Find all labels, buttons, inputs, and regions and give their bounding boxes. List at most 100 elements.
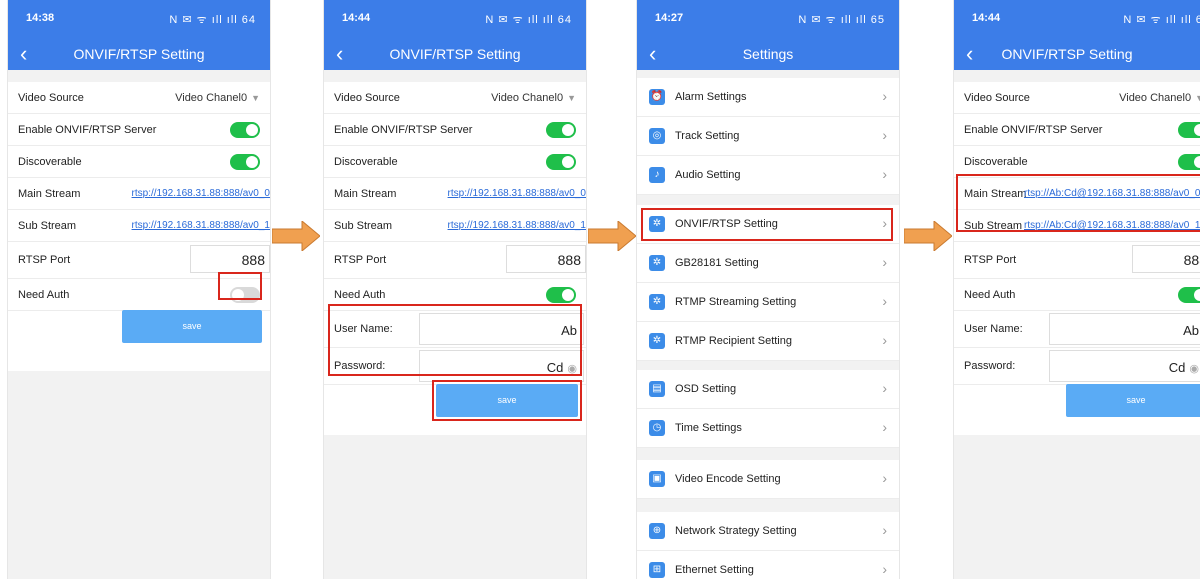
- need-auth-toggle[interactable]: [1178, 287, 1200, 303]
- video-source-row[interactable]: Video Source Video Chanel0 ▼: [954, 82, 1200, 114]
- rtsp-port-input[interactable]: 888: [506, 245, 586, 273]
- highlight-box-onvif: [641, 208, 893, 241]
- enable-server-toggle[interactable]: [230, 122, 260, 138]
- settings-menu: ⏰ Alarm Settings › ◎ Track Setting › ♪ Audio …: [637, 70, 899, 579]
- chevron-right-icon: ›: [882, 522, 887, 538]
- menu-section-1: ⏰ Alarm Settings › ◎ Track Setting › ♪ Audio …: [637, 78, 899, 195]
- menu-item-label: Alarm Settings: [675, 91, 747, 103]
- main-stream-row: Main Stream rtsp://192.168.31.88:888/av0…: [324, 178, 586, 210]
- discoverable-toggle[interactable]: [230, 154, 260, 170]
- settings-content: Video Source Video Chanel0 ▼ Enable ONVIF…: [8, 70, 270, 579]
- main-stream-link[interactable]: rtsp://192.168.31.88:888/av0_0: [448, 188, 586, 199]
- chevron-right-icon: ›: [882, 254, 887, 270]
- status-time: 14:38: [26, 12, 55, 24]
- menu-item-rtmp-recipient[interactable]: ✲ RTMP Recipient Setting ›: [637, 322, 899, 361]
- discoverable-toggle[interactable]: [1178, 154, 1200, 170]
- app-bar: ‹ ONVIF/RTSP Setting: [8, 40, 270, 70]
- sub-stream-row: Sub Stream rtsp://192.168.31.88:888/av0_…: [8, 210, 270, 242]
- rtsp-port-input[interactable]: 888: [1132, 245, 1200, 273]
- need-auth-row: Need Auth: [954, 279, 1200, 311]
- menu-item-video-encode[interactable]: ▣ Video Encode Setting ›: [637, 460, 899, 499]
- menu-item-osd[interactable]: ▤ OSD Setting ›: [637, 370, 899, 409]
- enable-server-toggle[interactable]: [1178, 122, 1200, 138]
- track-icon: ◎: [649, 128, 665, 144]
- menu-item-rtmp-streaming[interactable]: ✲ RTMP Streaming Setting ›: [637, 283, 899, 322]
- sub-stream-link[interactable]: rtsp://192.168.31.88:888/av0_1: [448, 220, 586, 231]
- menu-item-label: Video Encode Setting: [675, 473, 781, 485]
- chevron-right-icon: ›: [882, 561, 887, 577]
- menu-section-3: ▤ OSD Setting › ◷ Time Settings ›: [637, 370, 899, 448]
- eye-icon[interactable]: ◉: [1189, 363, 1199, 375]
- user-name-input[interactable]: Ab: [1049, 313, 1200, 345]
- main-stream-label: Main Stream: [334, 188, 397, 200]
- menu-item-label: Network Strategy Setting: [675, 525, 797, 537]
- enable-server-label: Enable ONVIF/RTSP Server: [964, 124, 1103, 136]
- arrow-right-icon: [272, 221, 320, 251]
- main-stream-link[interactable]: rtsp://192.168.31.88:888/av0_0: [132, 188, 270, 199]
- menu-item-label: Ethernet Setting: [675, 564, 754, 576]
- need-auth-label: Need Auth: [964, 289, 1016, 301]
- password-input[interactable]: Cd ◉: [1049, 350, 1200, 382]
- chevron-right-icon: ›: [882, 88, 887, 104]
- page-title: ONVIF/RTSP Setting: [1001, 46, 1133, 62]
- phone-screen-2: 14:44 N ✉ ᯤ ıll ıll 64 ‹ ONVIF/RTSP Sett…: [324, 0, 586, 579]
- video-encode-icon: ▣: [649, 471, 665, 487]
- discoverable-toggle[interactable]: [546, 154, 576, 170]
- app-bar: ‹ ONVIF/RTSP Setting: [954, 40, 1200, 70]
- sub-stream-label: Sub Stream: [334, 220, 393, 232]
- video-source-label: Video Source: [18, 92, 84, 104]
- video-source-select[interactable]: Video Chanel0 ▼: [491, 92, 576, 104]
- chevron-right-icon: ›: [882, 470, 887, 486]
- chevron-right-icon: ›: [882, 293, 887, 309]
- settings-card: Video Source Video Chanel0 ▼ Enable ONVIF…: [954, 82, 1200, 435]
- menu-item-time[interactable]: ◷ Time Settings ›: [637, 409, 899, 448]
- menu-item-track[interactable]: ◎ Track Setting ›: [637, 117, 899, 156]
- discoverable-label: Discoverable: [334, 156, 398, 168]
- menu-item-label: Track Setting: [675, 130, 740, 142]
- menu-item-alarm[interactable]: ⏰ Alarm Settings ›: [637, 78, 899, 117]
- menu-item-gb28181[interactable]: ✲ GB28181 Setting ›: [637, 244, 899, 283]
- menu-item-network-strategy[interactable]: ⊕ Network Strategy Setting ›: [637, 512, 899, 551]
- rtsp-port-input[interactable]: 888: [190, 245, 270, 273]
- need-auth-toggle[interactable]: [546, 287, 576, 303]
- video-source-select[interactable]: Video Chanel0 ▼: [1119, 92, 1200, 104]
- page-title: ONVIF/RTSP Setting: [73, 46, 205, 62]
- osd-icon: ▤: [649, 381, 665, 397]
- save-button[interactable]: save: [122, 310, 262, 343]
- video-source-row[interactable]: Video Source Video Chanel0 ▼: [8, 82, 270, 114]
- user-name-label: User Name:: [964, 323, 1023, 335]
- status-bar: 14:38 N ✉ ᯤ ıll ıll 64: [8, 0, 270, 40]
- app-bar: ‹ ONVIF/RTSP Setting: [324, 40, 586, 70]
- rtsp-port-label: RTSP Port: [18, 254, 71, 266]
- video-source-row[interactable]: Video Source Video Chanel0 ▼: [324, 82, 586, 114]
- rtsp-port-label: RTSP Port: [964, 254, 1017, 266]
- sub-stream-link[interactable]: rtsp://192.168.31.88:888/av0_1: [132, 220, 270, 231]
- menu-item-audio[interactable]: ♪ Audio Setting ›: [637, 156, 899, 195]
- video-source-value: Video Chanel0: [1119, 92, 1192, 104]
- status-time: 14:44: [972, 12, 1001, 24]
- settings-content: Video Source Video Chanel0 ▼ Enable ONVIF…: [324, 70, 586, 579]
- ethernet-icon: ⊞: [649, 562, 665, 578]
- rtsp-port-row: RTSP Port 888: [954, 242, 1200, 279]
- clock-icon: ◷: [649, 420, 665, 436]
- status-time: 14:44: [342, 12, 371, 24]
- chevron-right-icon: ›: [882, 166, 887, 182]
- video-source-value: Video Chanel0: [175, 92, 248, 104]
- video-source-select[interactable]: Video Chanel0 ▼: [175, 92, 260, 104]
- menu-item-ethernet[interactable]: ⊞ Ethernet Setting ›: [637, 551, 899, 579]
- main-stream-row: Main Stream rtsp://192.168.31.88:888/av0…: [8, 178, 270, 210]
- menu-item-label: Audio Setting: [675, 169, 741, 181]
- highlight-box-save: [432, 380, 582, 421]
- enable-server-toggle[interactable]: [546, 122, 576, 138]
- menu-section-5: ⊕ Network Strategy Setting › ⊞ Ethernet Set…: [637, 512, 899, 579]
- menu-section-4: ▣ Video Encode Setting ›: [637, 460, 899, 499]
- password-row: Password: Cd ◉: [954, 348, 1200, 385]
- password-value: Cd: [1168, 360, 1186, 375]
- discoverable-row: Discoverable: [324, 146, 586, 178]
- chevron-right-icon: ›: [882, 127, 887, 143]
- video-source-label: Video Source: [334, 92, 400, 104]
- rtsp-port-row: RTSP Port 888: [324, 242, 586, 279]
- save-button[interactable]: save: [1066, 384, 1200, 417]
- app-bar: ‹ Settings: [637, 40, 899, 70]
- enable-server-row: Enable ONVIF/RTSP Server: [954, 114, 1200, 146]
